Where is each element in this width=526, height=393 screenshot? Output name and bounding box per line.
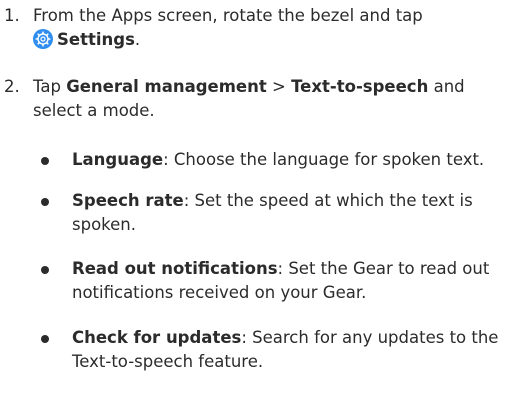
general-management-label: General management bbox=[66, 77, 267, 96]
step-1-period: . bbox=[134, 30, 141, 49]
text-to-speech-label: Text-to-speech bbox=[291, 77, 429, 96]
step-1-text: From the Apps screen, rotate the bezel a… bbox=[33, 6, 423, 25]
bullet-description: : Choose the language for spoken text. bbox=[163, 150, 485, 169]
settings-label: Settings bbox=[57, 30, 135, 49]
bullet-term: Check for updates bbox=[72, 328, 242, 347]
bullet-text: Check for updates: Search for any update… bbox=[72, 326, 524, 374]
bullet-term: Language bbox=[72, 150, 164, 169]
instructions-document: 1. From the Apps screen, rotate the beze… bbox=[0, 0, 526, 393]
separator: > bbox=[266, 77, 292, 96]
bullet-text: Language: Choose the language for spoken… bbox=[72, 148, 524, 172]
step-text: From the Apps screen, rotate the bezel a… bbox=[33, 4, 513, 52]
bullet-term: Read out notifications bbox=[72, 259, 278, 278]
bullet-dot bbox=[41, 198, 49, 206]
step-text: Tap General management > Text-to-speech … bbox=[33, 75, 513, 123]
bullet-dot bbox=[41, 335, 49, 343]
step-2-text-before: Tap bbox=[33, 77, 67, 96]
bullet-term: Speech rate bbox=[72, 191, 184, 210]
step-number: 2. bbox=[4, 77, 20, 96]
bullet-text: Read out notifications: Set the Gear to … bbox=[72, 257, 524, 305]
step-number: 1. bbox=[4, 6, 20, 25]
bullet-dot bbox=[41, 157, 49, 165]
settings-gear-icon bbox=[33, 29, 53, 49]
bullet-text: Speech rate: Set the speed at which the … bbox=[72, 189, 524, 237]
bullet-dot bbox=[41, 266, 49, 274]
